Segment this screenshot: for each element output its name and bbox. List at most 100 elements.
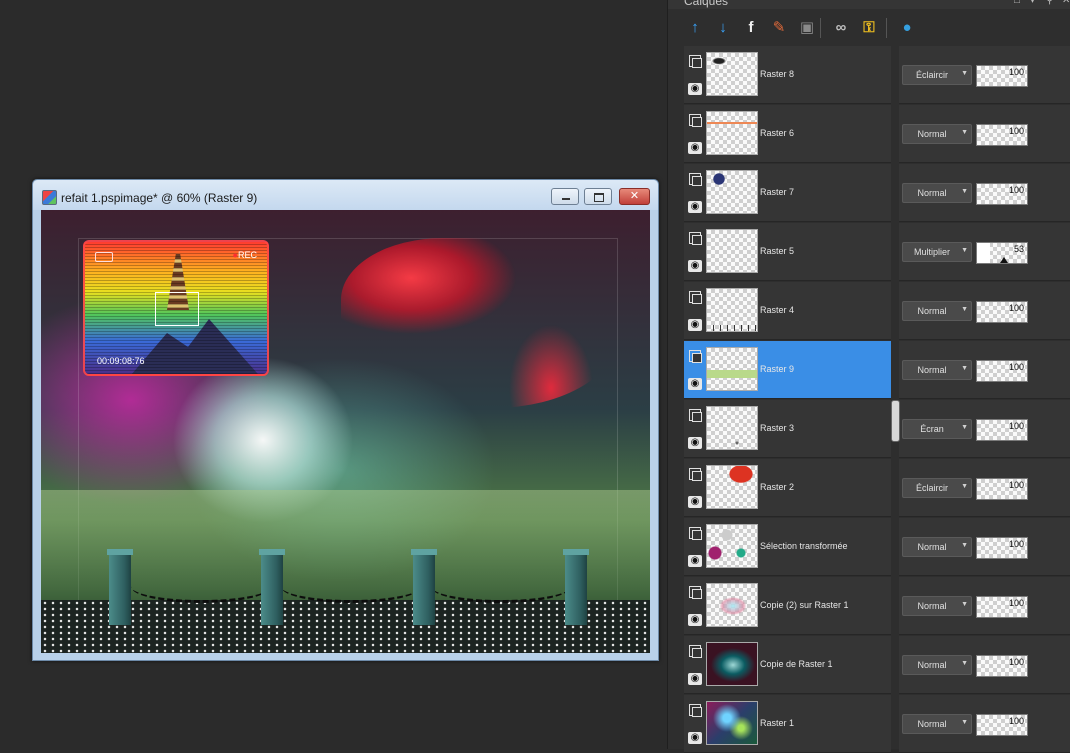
opacity-slider[interactable]: 100 (976, 124, 1028, 146)
blend-mode-dropdown[interactable]: Normal ▼ (902, 183, 972, 203)
mask-icon[interactable]: ▣ (796, 17, 818, 39)
visibility-eye-icon[interactable]: ◉ (688, 83, 702, 95)
layer-info[interactable]: ◉ Raster 9 (684, 341, 891, 399)
visibility-eye-icon[interactable]: ◉ (688, 437, 702, 449)
layer-info[interactable]: ◉ Raster 2 (684, 459, 891, 517)
layer-info[interactable]: ◉ Raster 8 (684, 46, 891, 104)
close-button[interactable] (619, 188, 650, 205)
layer-row[interactable]: ◉ Copie de Raster 1 Normal ▼ 100 (684, 636, 1070, 694)
layer-thumbnail (706, 465, 758, 509)
link-icon[interactable]: ∞ (830, 17, 852, 39)
blend-mode-dropdown[interactable]: Normal ▼ (902, 301, 972, 321)
document-title-bar[interactable]: refait 1.pspimage* @ 60% (Raster 9) (33, 180, 658, 210)
visibility-eye-icon[interactable]: ◉ (688, 673, 702, 685)
layer-name: Raster 6 (760, 128, 795, 138)
visibility-eye-icon[interactable]: ◉ (688, 732, 702, 744)
palette-icon[interactable]: ● (896, 17, 918, 39)
opacity-value: 100 (1008, 303, 1024, 313)
blend-mode-dropdown[interactable]: Écran ▼ (902, 419, 972, 439)
layer-info[interactable]: ◉ Sélection transformée (684, 518, 891, 576)
fx-icon[interactable]: f (740, 17, 762, 39)
layer-row[interactable]: ◉ Copie (2) sur Raster 1 Normal ▼ 100 (684, 577, 1070, 635)
layer-row[interactable]: ◉ Raster 5 Multiplier ▼ 53 (684, 223, 1070, 281)
chain-art (431, 570, 571, 603)
visibility-eye-icon[interactable]: ◉ (688, 319, 702, 331)
thumbnail-art (707, 53, 757, 95)
layer-info[interactable]: ◉ Raster 5 (684, 223, 891, 281)
layer-row[interactable]: ◉ Sélection transformée Normal ▼ 100 (684, 518, 1070, 576)
layer-row[interactable]: ◉ Raster 7 Normal ▼ 100 (684, 164, 1070, 222)
visibility-eye-icon[interactable]: ◉ (688, 555, 702, 567)
minimize-button[interactable] (551, 188, 579, 205)
visibility-eye-icon[interactable]: ◉ (688, 260, 702, 272)
document-window[interactable]: refait 1.pspimage* @ 60% (Raster 9) REC … (32, 179, 659, 661)
opacity-slider[interactable]: 100 (976, 419, 1028, 441)
opacity-slider[interactable]: 100 (976, 537, 1028, 559)
layer-thumbnail (706, 347, 758, 391)
dotted-floor-art (41, 600, 650, 653)
opacity-slider[interactable]: 100 (976, 478, 1028, 500)
thumbnail-art (707, 466, 757, 508)
layer-info[interactable]: ◉ Raster 7 (684, 164, 891, 222)
opacity-slider[interactable]: 100 (976, 301, 1028, 323)
layer-info[interactable]: ◉ Raster 1 (684, 695, 891, 753)
blend-mode-dropdown[interactable]: Normal ▼ (902, 537, 972, 557)
layer-row[interactable]: ◉ Raster 9 Normal ▼ 100 (684, 341, 1070, 399)
opacity-slider[interactable]: 100 (976, 596, 1028, 618)
layer-info[interactable]: ◉ Copie (2) sur Raster 1 (684, 577, 891, 635)
chain-art (281, 570, 421, 603)
blend-mode-dropdown[interactable]: Multiplier ▼ (902, 242, 972, 262)
blend-mode-dropdown[interactable]: Normal ▼ (902, 124, 972, 144)
layer-row[interactable]: ◉ Raster 1 Normal ▼ 100 (684, 695, 1070, 753)
pin-icon[interactable]: ⚲ (1046, 0, 1053, 6)
rec-timecode: 00:09:08:76 (97, 356, 145, 366)
layer-row[interactable]: ◉ Raster 8 Éclaircir ▼ 100 (684, 46, 1070, 104)
layer-info[interactable]: ◉ Raster 6 (684, 105, 891, 163)
brush-icon[interactable]: ✎ (768, 17, 790, 39)
layer-down-arrow-icon[interactable]: ↓ (712, 17, 734, 39)
layer-thumbnail (706, 111, 758, 155)
layer-row[interactable]: ◉ Raster 4 Normal ▼ 100 (684, 282, 1070, 340)
opacity-marker[interactable] (999, 257, 1008, 263)
layer-controls: Normal ▼ 100 (899, 341, 1070, 399)
thumbnail-art (707, 702, 757, 744)
blend-mode-dropdown[interactable]: Normal ▼ (902, 596, 972, 616)
thumbnail-art (707, 112, 757, 154)
blend-mode-dropdown[interactable]: Normal ▼ (902, 714, 972, 734)
layer-info[interactable]: ◉ Copie de Raster 1 (684, 636, 891, 694)
panel-menu-icon[interactable]: □ (1014, 0, 1020, 6)
visibility-eye-icon[interactable]: ◉ (688, 378, 702, 390)
layer-controls: Normal ▼ 100 (899, 164, 1070, 222)
opacity-value: 100 (1008, 421, 1024, 431)
opacity-slider[interactable]: 100 (976, 360, 1028, 382)
opacity-slider[interactable]: 100 (976, 714, 1028, 736)
layer-controls: Multiplier ▼ 53 (899, 223, 1070, 281)
chain-art (131, 570, 271, 603)
layer-row[interactable]: ◉ Raster 3 Écran ▼ 100 (684, 400, 1070, 458)
maximize-button[interactable] (584, 188, 612, 205)
panel-dropdown-icon[interactable]: ▾ (1030, 0, 1035, 6)
opacity-slider[interactable]: 100 (976, 65, 1028, 87)
blend-mode-dropdown[interactable]: Normal ▼ (902, 360, 972, 380)
close-panel-icon[interactable]: ✕ (1062, 0, 1070, 6)
blend-mode-dropdown[interactable]: Éclaircir ▼ (902, 478, 972, 498)
blend-mode-dropdown[interactable]: Éclaircir ▼ (902, 65, 972, 85)
image-canvas[interactable]: REC 00:09:08:76 (41, 210, 650, 653)
visibility-eye-icon[interactable]: ◉ (688, 142, 702, 154)
panel-splitter-handle[interactable] (891, 400, 900, 442)
lock-icon[interactable]: ⚿ (858, 17, 880, 39)
opacity-slider[interactable]: 100 (976, 655, 1028, 677)
layer-row[interactable]: ◉ Raster 2 Éclaircir ▼ 100 (684, 459, 1070, 517)
thumbnail-art (707, 584, 757, 626)
visibility-eye-icon[interactable]: ◉ (688, 201, 702, 213)
opacity-slider[interactable]: 53 (976, 242, 1028, 264)
visibility-eye-icon[interactable]: ◉ (688, 614, 702, 626)
opacity-slider[interactable]: 100 (976, 183, 1028, 205)
layer-info[interactable]: ◉ Raster 3 (684, 400, 891, 458)
layer-info[interactable]: ◉ Raster 4 (684, 282, 891, 340)
layer-row[interactable]: ◉ Raster 6 Normal ▼ 100 (684, 105, 1070, 163)
blend-mode-dropdown[interactable]: Normal ▼ (902, 655, 972, 675)
layer-name: Raster 9 (760, 364, 795, 374)
layer-up-arrow-icon[interactable]: ↑ (684, 17, 706, 39)
visibility-eye-icon[interactable]: ◉ (688, 496, 702, 508)
